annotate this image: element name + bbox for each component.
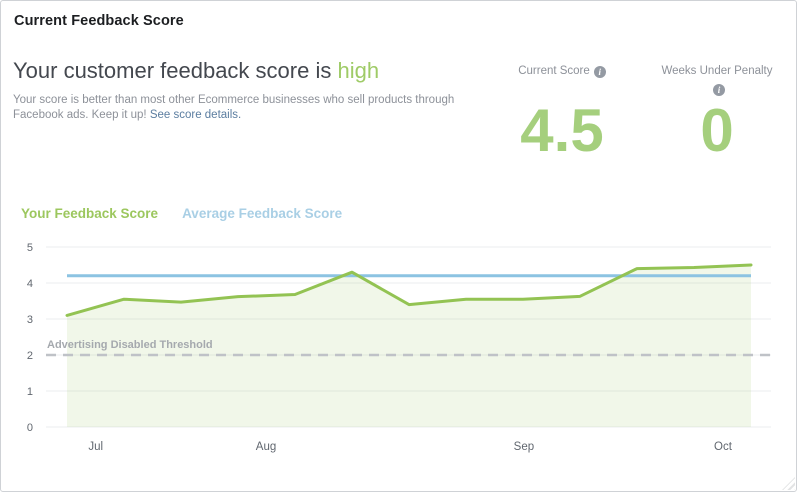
- feedback-chart-svg: 0 1 2 3 4 5 Advertising Disabled Threshold Jul A…: [1, 231, 797, 487]
- page-title: Current Feedback Score: [14, 13, 184, 29]
- y-axis-tick-label: 5: [27, 242, 33, 254]
- headline: Your customer feedback score is high: [13, 58, 379, 84]
- advertising-disabled-threshold-label: Advertising Disabled Threshold: [47, 339, 213, 351]
- info-icon[interactable]: i: [713, 84, 725, 96]
- info-icon[interactable]: i: [594, 66, 606, 78]
- y-axis-tick-label: 4: [27, 278, 33, 290]
- headline-text: Your customer feedback score is: [13, 58, 337, 83]
- y-axis-tick-label: 2: [27, 350, 33, 362]
- feedback-chart: 0 1 2 3 4 5 Advertising Disabled Threshold Jul A…: [1, 231, 797, 487]
- current-score-stat: Current Score i 4.5: [497, 61, 627, 171]
- y-axis-tick-label: 3: [27, 314, 33, 326]
- legend-your-feedback-score[interactable]: Your Feedback Score: [21, 206, 158, 221]
- x-axis-tick-label: Jul: [88, 441, 103, 453]
- current-score-value: 4.5: [497, 101, 627, 161]
- headline-status: high: [337, 58, 379, 83]
- x-axis-tick-label: Oct: [714, 441, 733, 453]
- y-axis-tick-label: 1: [27, 386, 33, 398]
- score-description: Your score is better than most other Eco…: [13, 93, 461, 123]
- current-score-label: Current Score: [518, 65, 590, 77]
- weeks-under-penalty-stat: Weeks Under Penalty i 0: [652, 61, 782, 171]
- weeks-under-penalty-label: Weeks Under Penalty: [661, 65, 772, 77]
- y-axis-tick-label: 0: [27, 422, 33, 434]
- weeks-under-penalty-value: 0: [652, 101, 782, 161]
- legend-average-feedback-score[interactable]: Average Feedback Score: [182, 206, 342, 221]
- see-score-details-link[interactable]: See score details.: [150, 109, 241, 121]
- chart-legend: Your Feedback Score Average Feedback Sco…: [21, 206, 342, 221]
- feedback-score-card: Current Feedback Score Your customer fee…: [0, 0, 797, 492]
- x-axis-tick-label: Aug: [256, 441, 276, 453]
- x-axis-tick-label: Sep: [514, 441, 534, 453]
